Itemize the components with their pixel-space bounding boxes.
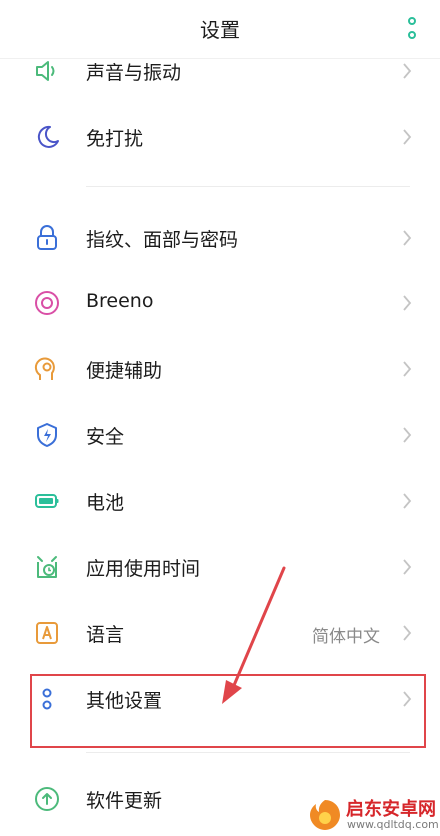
settings-item-label: 声音与振动 [86,62,182,84]
watermark-url: www.qdltdq.com [347,818,439,831]
chevron-right-icon [403,129,412,145]
settings-item-safety[interactable]: 安全 [0,402,440,468]
chevron-right-icon [403,427,412,443]
settings-item-label: 指纹、面部与密码 [86,229,239,251]
settings-item-label: Breeno [86,290,154,312]
settings-item-label: 便捷辅助 [86,360,163,382]
settings-item-language[interactable]: 语言 简体中文 [0,600,440,666]
settings-item-security-pass[interactable]: 指纹、面部与密码 [0,205,440,271]
settings-item-label: 免打扰 [86,128,144,150]
watermark: 启东安卓网 www.qdltdq.com [306,794,440,836]
watermark-logo-icon [310,800,340,830]
settings-item-label: 应用使用时间 [86,558,201,580]
settings-item-label: 语言 [86,624,125,646]
vertical-dots-icon[interactable] [406,16,418,40]
chevron-right-icon [403,625,412,641]
speaker-icon [36,61,55,81]
settings-item-battery[interactable]: 电池 [0,468,440,534]
head-gear-icon [34,357,55,380]
lock-icon [37,225,57,250]
breeno-icon [35,291,59,315]
chevron-right-icon [403,361,412,377]
shield-icon [37,423,57,447]
arrow-up-circle-icon [35,787,59,811]
settings-item-sound[interactable]: 声音与振动 [0,38,440,104]
clock-icon [37,556,57,578]
section-divider [86,752,410,753]
settings-item-app-usage[interactable]: 应用使用时间 [0,534,440,600]
letter-a-icon [36,622,58,644]
chevron-right-icon [403,63,412,79]
chevron-right-icon [403,295,412,311]
settings-item-dnd[interactable]: 免打扰 [0,104,440,170]
settings-item-label: 软件更新 [86,790,163,812]
battery-icon [35,494,59,508]
settings-item-label: 电池 [86,492,125,514]
moon-icon [37,125,59,148]
chevron-right-icon [403,230,412,246]
chevron-right-icon [403,493,412,509]
chevron-right-icon [403,559,412,575]
highlight-box [30,674,426,748]
settings-item-breeno[interactable]: Breeno [0,270,440,336]
settings-item-label: 安全 [86,426,125,448]
section-divider [86,186,410,187]
settings-item-accessibility[interactable]: 便捷辅助 [0,336,440,402]
language-current-value: 简体中文 [312,627,380,647]
